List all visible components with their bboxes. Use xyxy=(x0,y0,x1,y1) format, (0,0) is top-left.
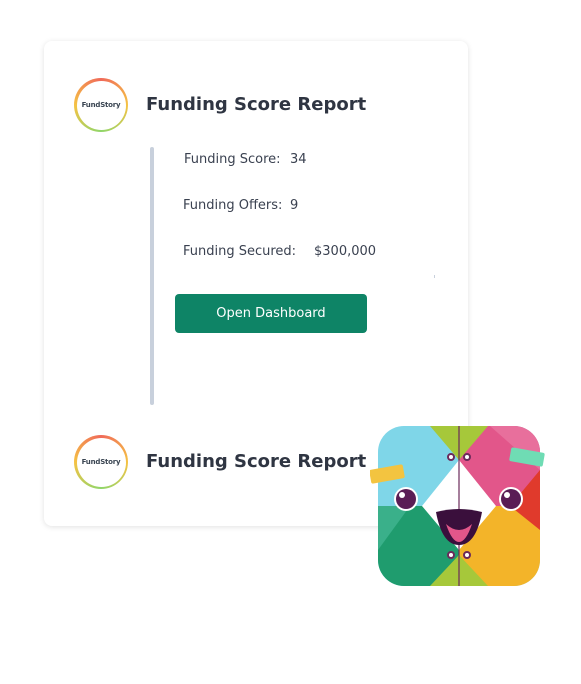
report-title-bottom: Funding Score Report xyxy=(146,451,367,472)
fundstory-logo: FundStory xyxy=(74,78,128,132)
funding-secured-row: Funding Secured: $300,000 xyxy=(183,244,376,259)
timeline-divider xyxy=(150,147,154,405)
open-dashboard-button[interactable]: Open Dashboard xyxy=(175,294,367,333)
funding-score-value: 34 xyxy=(290,152,307,167)
fundstory-logo-bottom: FundStory xyxy=(74,435,128,489)
report-title: Funding Score Report xyxy=(146,94,367,115)
fundstory-logo-text-bottom: FundStory xyxy=(76,437,126,487)
funding-score-label: Funding Score: xyxy=(184,152,281,167)
funding-secured-value: $300,000 xyxy=(314,244,377,259)
slack-mascot-icon xyxy=(370,426,545,586)
fundstory-logo-text: FundStory xyxy=(76,80,126,130)
decorative-dot xyxy=(434,275,435,278)
funding-offers-row: Funding Offers: 9 xyxy=(183,198,298,213)
funding-offers-value: 9 xyxy=(290,198,299,213)
funding-secured-label: Funding Secured: xyxy=(183,244,297,259)
funding-score-row: Funding Score: 34 xyxy=(184,152,307,167)
funding-offers-label: Funding Offers: xyxy=(183,198,283,213)
